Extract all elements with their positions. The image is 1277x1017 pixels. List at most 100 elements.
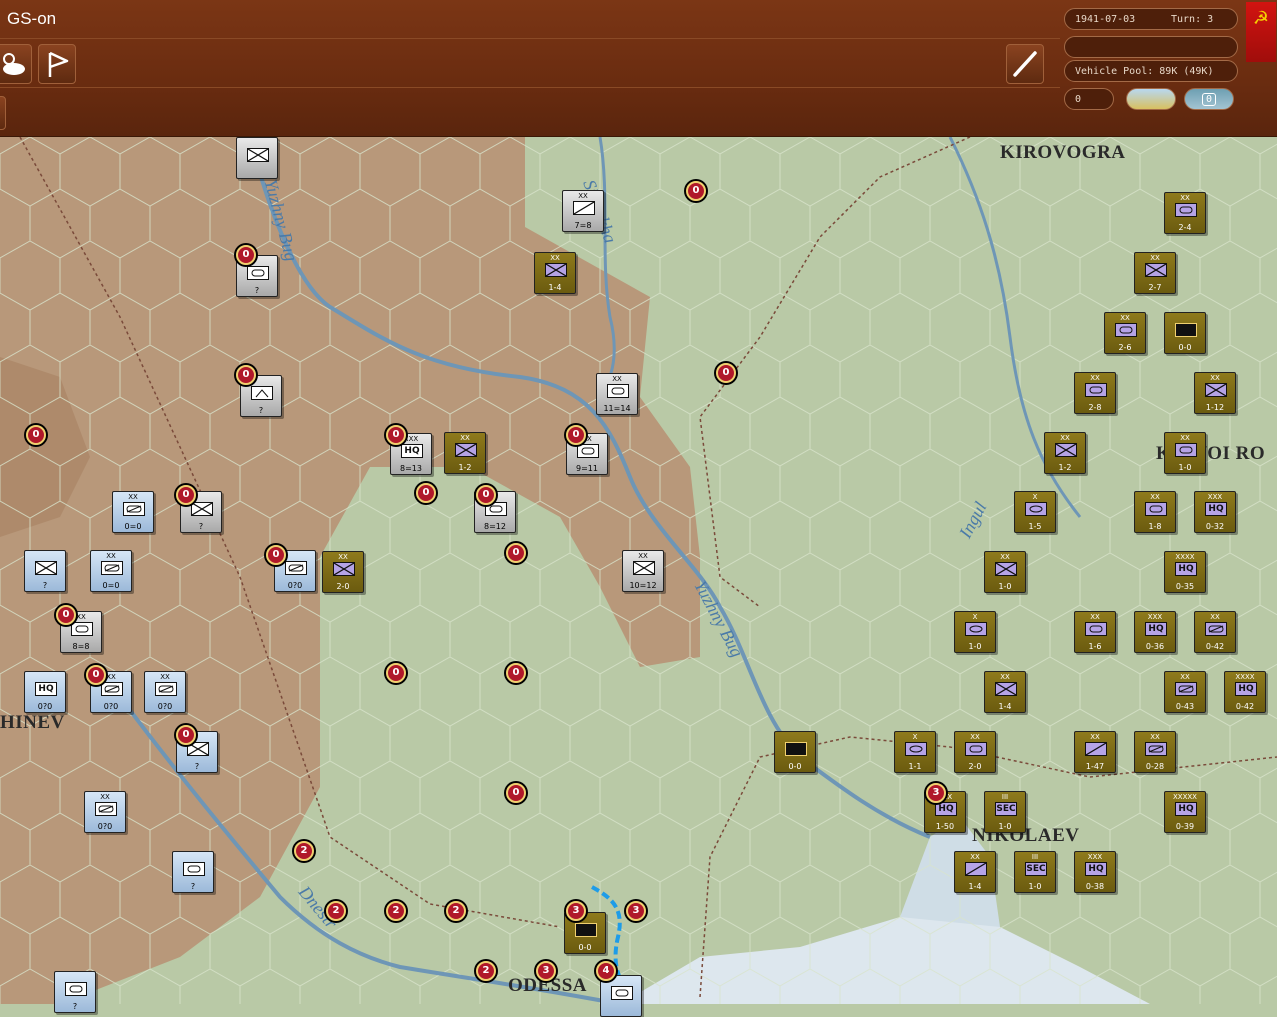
weather-button[interactable] bbox=[0, 44, 32, 84]
unit-type-icon: SEC bbox=[1025, 862, 1047, 876]
axis-unit-counter[interactable]: ? bbox=[172, 851, 214, 893]
supply-marker[interactable]: 2 bbox=[446, 901, 466, 921]
soviet-unit-counter[interactable]: XXXXX HQ 0-39 bbox=[1164, 791, 1206, 833]
supply-marker[interactable]: 0 bbox=[236, 245, 256, 265]
soviet-unit-counter[interactable]: XX 1-0 bbox=[984, 551, 1026, 593]
line-tool-button[interactable] bbox=[1006, 44, 1044, 84]
unit-strength-label: ? bbox=[190, 882, 196, 891]
collapsed-panel-button[interactable] bbox=[0, 96, 6, 130]
supply-marker[interactable]: 3 bbox=[536, 961, 556, 981]
unit-strength-label: 1-47 bbox=[1085, 762, 1105, 771]
soviet-unit-counter[interactable]: 0-0 bbox=[1164, 312, 1206, 354]
supply-marker[interactable]: 0 bbox=[26, 425, 46, 445]
axis-unit-counter[interactable]: XX 0?0 bbox=[144, 671, 186, 713]
soviet-unit-counter[interactable]: XX 0-28 bbox=[1134, 731, 1176, 773]
supply-marker[interactable]: 3 bbox=[566, 901, 586, 921]
supply-marker[interactable]: 2 bbox=[294, 841, 314, 861]
soviet-unit-counter[interactable]: X 1-0 bbox=[954, 611, 996, 653]
axis-unit-counter[interactable] bbox=[236, 137, 278, 179]
soviet-unit-counter[interactable]: XXXX HQ 0-42 bbox=[1224, 671, 1266, 713]
supply-marker[interactable]: 0 bbox=[86, 665, 106, 685]
supply-marker[interactable]: 0 bbox=[236, 365, 256, 385]
snow-indicator-button[interactable]: 0 bbox=[1184, 88, 1234, 110]
soviet-unit-counter[interactable]: XXXX HQ 0-35 bbox=[1164, 551, 1206, 593]
soviet-unit-counter[interactable]: X 1-1 bbox=[894, 731, 936, 773]
supply-marker[interactable]: 2 bbox=[476, 961, 496, 981]
soviet-unit-counter[interactable]: X 1-5 bbox=[1014, 491, 1056, 533]
supply-marker[interactable]: 0 bbox=[476, 485, 496, 505]
unit-size-label: XX bbox=[1150, 493, 1160, 501]
supply-marker[interactable]: 0 bbox=[176, 485, 196, 505]
supply-marker[interactable]: 0 bbox=[386, 663, 406, 683]
soviet-unit-counter[interactable]: XX 1-4 bbox=[984, 671, 1026, 713]
unit-size-label: XX bbox=[970, 853, 980, 861]
soviet-unit-counter[interactable]: XX 1-4 bbox=[954, 851, 996, 893]
soviet-unit-counter[interactable]: XX 1-0 bbox=[1164, 432, 1206, 474]
soviet-unit-counter[interactable]: XX 1-6 bbox=[1074, 611, 1116, 653]
soviet-unit-counter[interactable]: XX 2-4 bbox=[1164, 192, 1206, 234]
soviet-unit-counter[interactable]: 0-0 bbox=[774, 731, 816, 773]
soviet-unit-counter[interactable]: XX 1-47 bbox=[1074, 731, 1116, 773]
soviet-flag[interactable]: ☭ bbox=[1246, 2, 1276, 62]
supply-marker[interactable]: 4 bbox=[596, 961, 616, 981]
soviet-unit-counter[interactable]: XX 2-0 bbox=[954, 731, 996, 773]
soviet-unit-counter[interactable]: XX 2-6 bbox=[1104, 312, 1146, 354]
unit-strength-label: 0?0 bbox=[287, 581, 303, 590]
supply-marker[interactable]: 2 bbox=[326, 901, 346, 921]
soviet-unit-counter[interactable]: XX 1-2 bbox=[1044, 432, 1086, 474]
unit-strength-label: 1-4 bbox=[968, 882, 982, 891]
supply-marker[interactable]: 0 bbox=[416, 483, 436, 503]
axis-unit-counter[interactable]: XX 7=8 bbox=[562, 190, 604, 232]
ground-condition-button[interactable] bbox=[1126, 88, 1176, 110]
flag-button[interactable] bbox=[38, 44, 76, 84]
supply-marker[interactable]: 3 bbox=[626, 901, 646, 921]
game-map[interactable]: KIROVOGRA KRIVOI RO NIKOLAEV ODESSA HINE… bbox=[0, 137, 1277, 1017]
soviet-unit-counter[interactable]: XX 0-42 bbox=[1194, 611, 1236, 653]
supply-marker[interactable]: 0 bbox=[56, 605, 76, 625]
axis-unit-counter[interactable]: XX 0=0 bbox=[112, 491, 154, 533]
axis-unit-counter[interactable]: XX 10=12 bbox=[622, 550, 664, 592]
soviet-unit-counter[interactable]: XXX HQ 0-32 bbox=[1194, 491, 1236, 533]
supply-marker[interactable]: 0 bbox=[716, 363, 736, 383]
unit-strength-label: ? bbox=[194, 762, 200, 771]
soviet-unit-counter[interactable]: XXX HQ 0-36 bbox=[1134, 611, 1176, 653]
supply-marker[interactable]: 0 bbox=[686, 181, 706, 201]
axis-unit-counter[interactable]: ? bbox=[54, 971, 96, 1013]
axis-unit-counter[interactable]: HQ 0?0 bbox=[24, 671, 66, 713]
soviet-unit-counter[interactable]: XX 1-4 bbox=[534, 252, 576, 294]
unit-type-icon bbox=[247, 148, 269, 162]
soviet-unit-counter[interactable]: XX 2-8 bbox=[1074, 372, 1116, 414]
unit-strength-label: 10=12 bbox=[629, 581, 657, 590]
supply-marker[interactable]: 2 bbox=[386, 901, 406, 921]
turn-value: Turn: 3 bbox=[1171, 14, 1214, 25]
supply-marker[interactable]: 0 bbox=[566, 425, 586, 445]
supply-marker[interactable]: 3 bbox=[926, 783, 946, 803]
soviet-unit-counter[interactable]: XX 2-0 bbox=[322, 551, 364, 593]
supply-marker[interactable]: 0 bbox=[266, 545, 286, 565]
axis-unit-counter[interactable] bbox=[600, 975, 642, 1017]
axis-unit-counter[interactable]: XX 11=14 bbox=[596, 373, 638, 415]
soviet-unit-counter[interactable]: XX 1-12 bbox=[1194, 372, 1236, 414]
supply-marker[interactable]: 0 bbox=[386, 425, 406, 445]
unit-size-label: XX bbox=[578, 192, 588, 200]
soviet-unit-counter[interactable]: III SEC 1-0 bbox=[1014, 851, 1056, 893]
supply-marker[interactable]: 0 bbox=[506, 663, 526, 683]
axis-unit-counter[interactable]: ? bbox=[24, 550, 66, 592]
axis-unit-counter[interactable]: XX 0=0 bbox=[90, 550, 132, 592]
soviet-unit-counter[interactable]: XX 0-43 bbox=[1164, 671, 1206, 713]
soviet-unit-counter[interactable]: XXX HQ 0-38 bbox=[1074, 851, 1116, 893]
soviet-unit-counter[interactable]: XX 1-2 bbox=[444, 432, 486, 474]
unit-strength-label: 7=8 bbox=[574, 221, 592, 230]
unit-strength-label: 9=11 bbox=[576, 464, 598, 473]
unit-type-icon: HQ bbox=[1175, 562, 1197, 576]
soviet-unit-counter[interactable]: XX 2-7 bbox=[1134, 252, 1176, 294]
soviet-unit-counter[interactable]: XX 1-8 bbox=[1134, 491, 1176, 533]
soviet-unit-counter[interactable]: III SEC 1-0 bbox=[984, 791, 1026, 833]
unit-size-label: XX bbox=[612, 375, 622, 383]
unit-type-icon bbox=[123, 502, 145, 516]
axis-unit-counter[interactable]: XX 0?0 bbox=[84, 791, 126, 833]
supply-marker[interactable]: 0 bbox=[506, 543, 526, 563]
supply-marker[interactable]: 0 bbox=[506, 783, 526, 803]
unit-size-label: XXXX bbox=[1175, 553, 1195, 561]
supply-marker[interactable]: 0 bbox=[176, 725, 196, 745]
